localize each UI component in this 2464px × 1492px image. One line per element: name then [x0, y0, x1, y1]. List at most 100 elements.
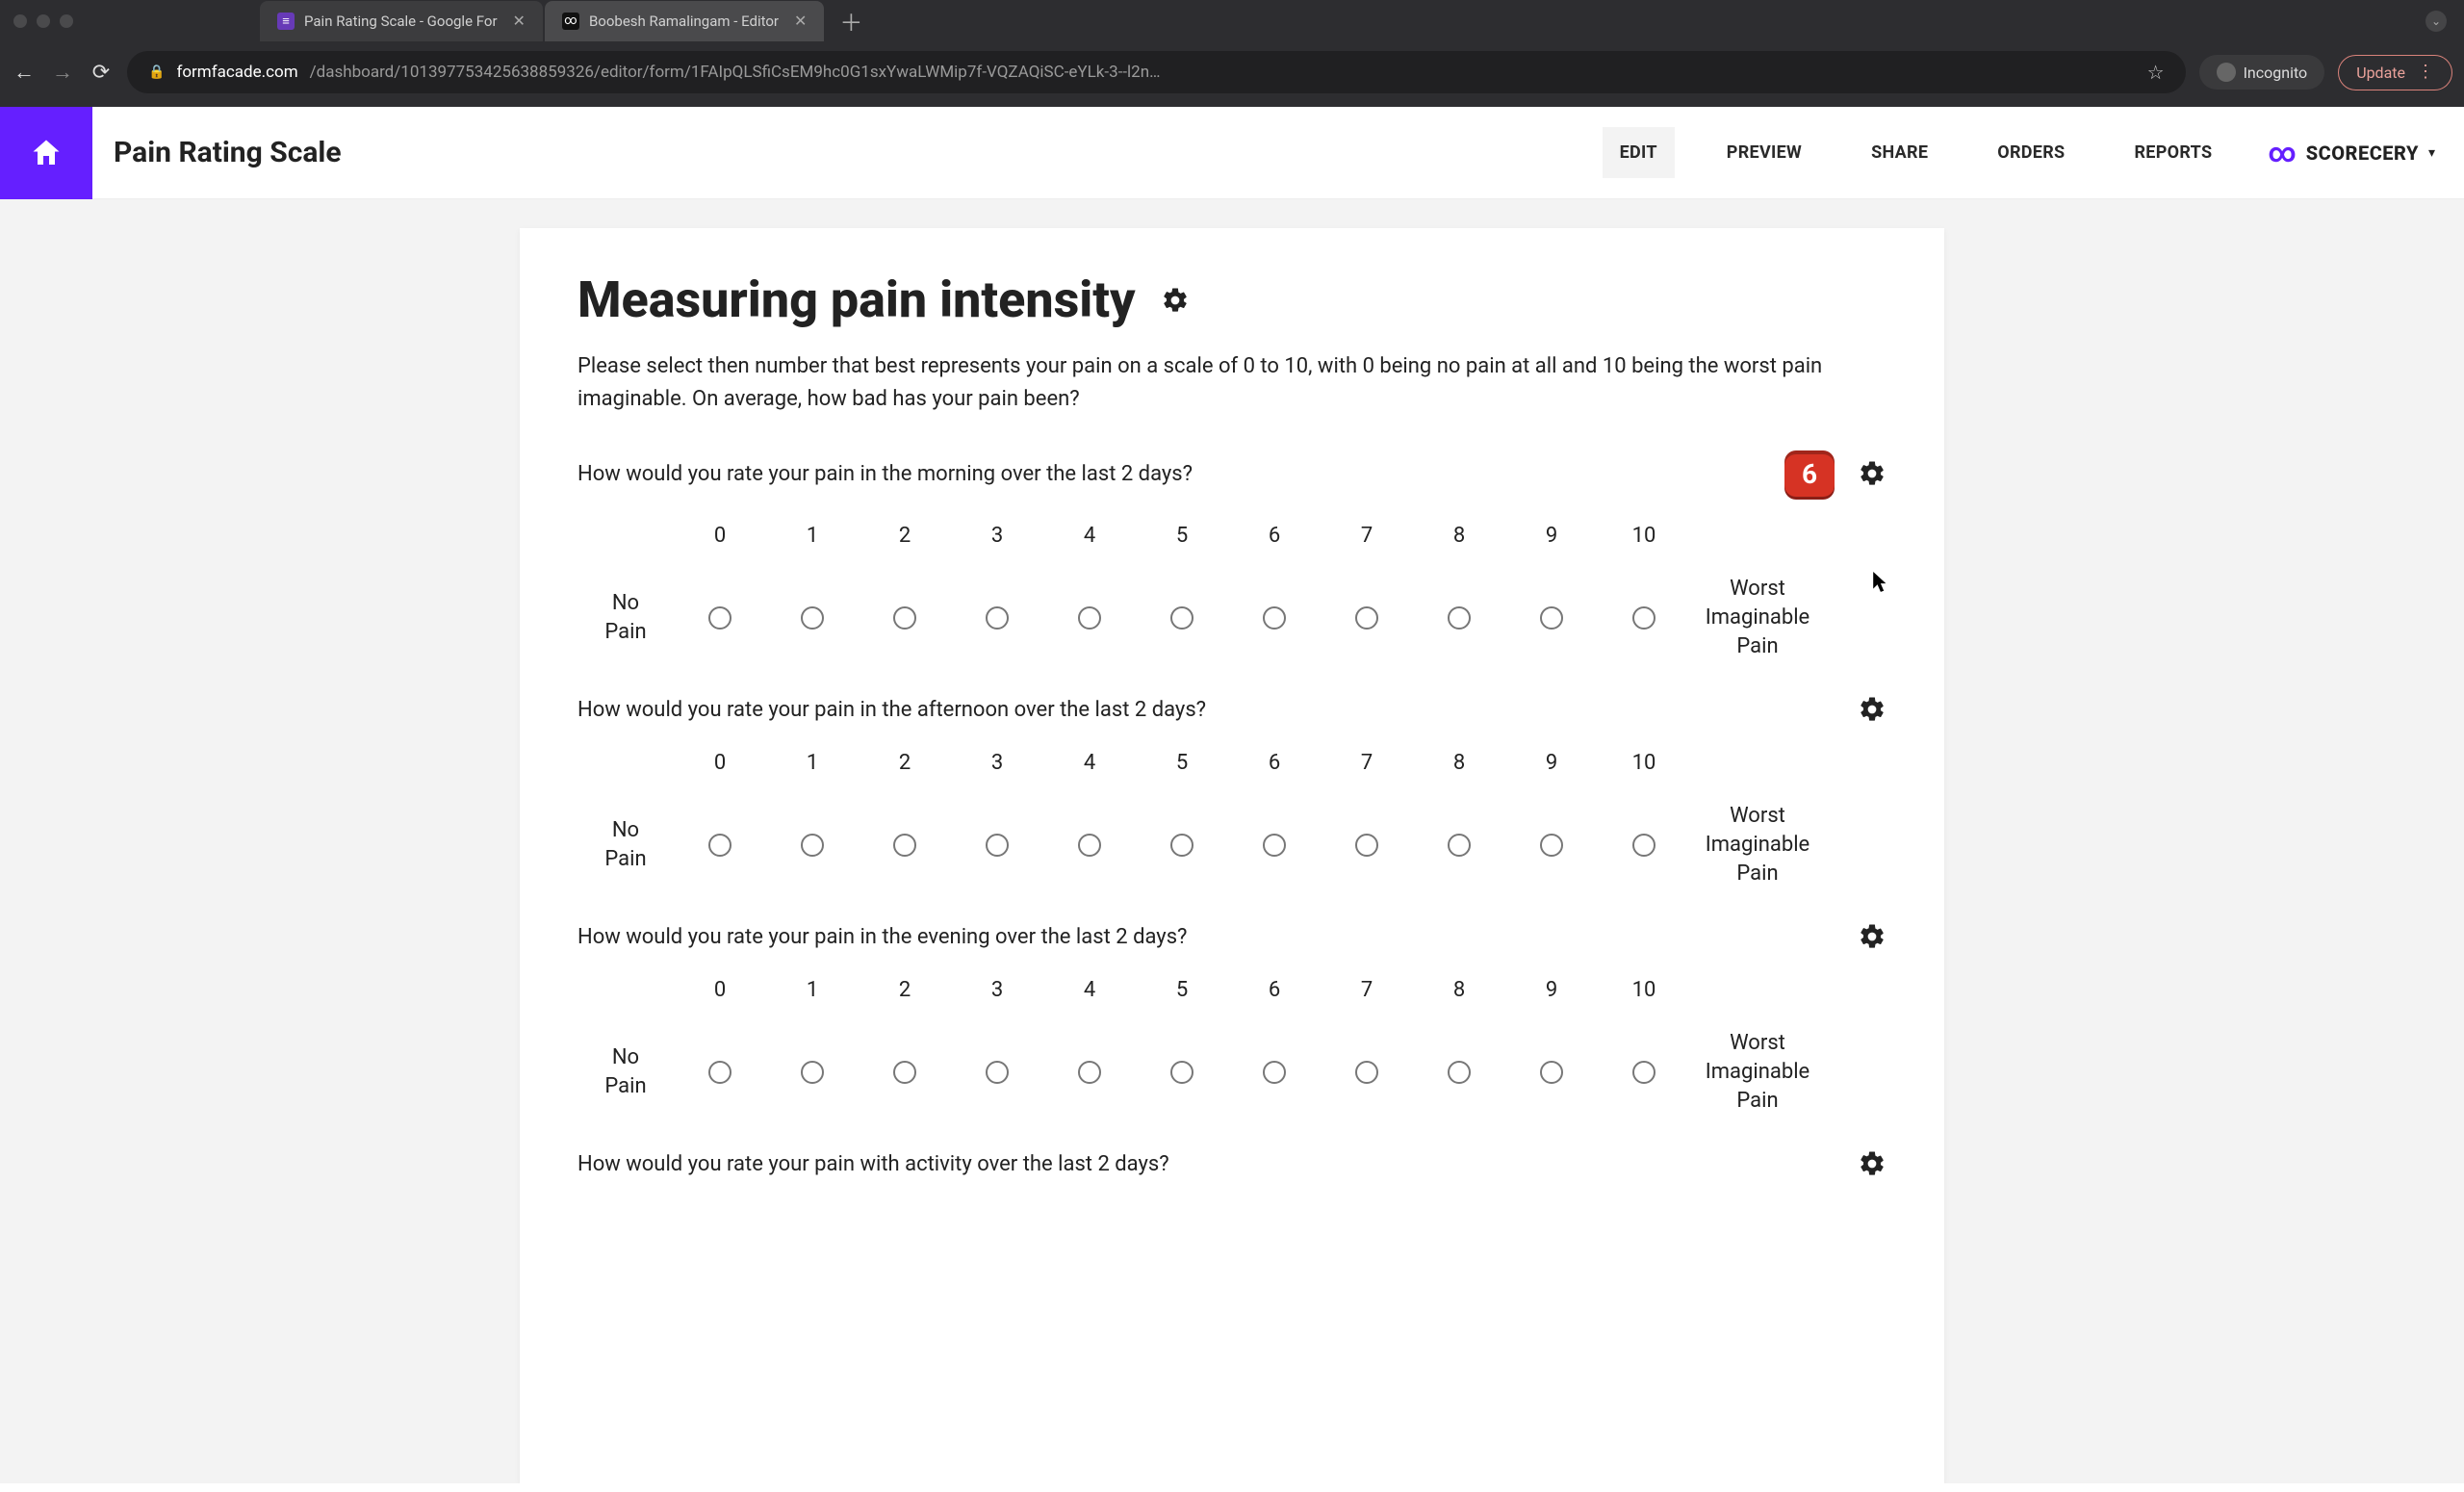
nav-preview[interactable]: PREVIEW	[1709, 127, 1819, 178]
rating-row: NoPainWorst Imaginable Pain	[578, 575, 1886, 660]
scale-number: 6	[1269, 751, 1280, 775]
scale-number: 2	[899, 751, 911, 775]
url-path: /dashboard/101397753425638859326/editor/…	[310, 63, 1161, 82]
tab-close-icon[interactable]: ✕	[794, 12, 807, 30]
browser-tab[interactable]: ≡ Pain Rating Scale - Google For ✕	[260, 1, 543, 41]
tab-favicon-icon: ≡	[277, 13, 295, 30]
scale-number: 7	[1361, 751, 1373, 775]
question: How would you rate your pain in the even…	[578, 922, 1886, 1115]
scale-right-label: Worst Imaginable Pain	[1690, 802, 1825, 887]
rating-radio[interactable]	[1540, 834, 1563, 857]
window-min-dot[interactable]	[37, 14, 50, 28]
rating-radio[interactable]	[708, 1061, 732, 1084]
rating-radio[interactable]	[801, 606, 824, 630]
chevron-down-icon[interactable]: ⌄	[2426, 11, 2447, 32]
tab-title: Pain Rating Scale - Google For	[304, 13, 498, 30]
rating-radio[interactable]	[893, 1061, 916, 1084]
rating-radio[interactable]	[1263, 606, 1286, 630]
rating-radio[interactable]	[708, 834, 732, 857]
rating-radio[interactable]	[1448, 1061, 1471, 1084]
rating-radio[interactable]	[801, 834, 824, 857]
rating-radio[interactable]	[1170, 1061, 1194, 1084]
section-settings-button[interactable]	[1161, 286, 1190, 315]
window-close-dot[interactable]	[13, 14, 27, 28]
incognito-icon	[2217, 63, 2236, 82]
section-title: Measuring pain intensity	[578, 270, 1136, 329]
question-settings-button[interactable]	[1858, 695, 1886, 724]
gear-icon	[1858, 459, 1886, 488]
nav-reports[interactable]: REPORTS	[2117, 127, 2229, 178]
question-settings-button[interactable]	[1858, 1149, 1886, 1178]
home-button[interactable]	[0, 107, 92, 199]
new-tab-button[interactable]: ＋	[826, 0, 876, 41]
scale-number: 5	[1176, 524, 1188, 548]
rating-row: NoPainWorst Imaginable Pain	[578, 802, 1886, 887]
rating-radio[interactable]	[1448, 834, 1471, 857]
rating-radio[interactable]	[1355, 834, 1378, 857]
rating-radio[interactable]	[1170, 834, 1194, 857]
rating-radio[interactable]	[1355, 606, 1378, 630]
rating-radio[interactable]	[1632, 1061, 1656, 1084]
incognito-badge[interactable]: Incognito	[2199, 55, 2325, 90]
browser-tab[interactable]: ∞ Boobesh Ramalingam - Editor ✕	[545, 1, 824, 41]
back-button[interactable]: ←	[12, 60, 37, 85]
rating-radio[interactable]	[986, 1061, 1009, 1084]
update-button[interactable]: Update ⋮	[2338, 55, 2452, 90]
form-card: Measuring pain intensity Please select t…	[520, 228, 1944, 1483]
lock-icon: 🔒	[148, 64, 165, 80]
scale-number: 0	[714, 751, 726, 775]
nav-share[interactable]: SHARE	[1854, 127, 1945, 178]
rating-radio[interactable]	[1355, 1061, 1378, 1084]
window-max-dot[interactable]	[60, 14, 73, 28]
question-settings-button[interactable]	[1858, 459, 1886, 488]
rating-radio[interactable]	[1078, 606, 1101, 630]
rating-radio[interactable]	[1448, 606, 1471, 630]
brand-mark-icon: ∞	[2268, 137, 2296, 168]
update-label: Update	[2356, 64, 2405, 82]
brand-menu[interactable]: ∞ SCORECERY ▾	[2268, 137, 2435, 168]
url-input[interactable]: 🔒 formfacade.com/dashboard/1013977534256…	[127, 51, 2186, 93]
rating-grid: 012345678910NoPainWorst Imaginable Pain	[578, 751, 1886, 887]
rating-radio[interactable]	[893, 834, 916, 857]
question-settings-button[interactable]	[1858, 922, 1886, 951]
scale-number: 2	[899, 524, 911, 548]
rating-radio[interactable]	[1078, 1061, 1101, 1084]
browser-tabs: ≡ Pain Rating Scale - Google For ✕ ∞ Boo…	[260, 0, 876, 41]
reload-button[interactable]: ⟳	[89, 61, 114, 85]
nav-orders[interactable]: ORDERS	[1980, 127, 2082, 178]
rating-radio[interactable]	[1170, 606, 1194, 630]
rating-radio[interactable]	[1078, 834, 1101, 857]
rating-radio[interactable]	[801, 1061, 824, 1084]
scale-number: 5	[1176, 978, 1188, 1002]
caret-down-icon: ▾	[2428, 145, 2435, 161]
kebab-icon: ⋮	[2417, 69, 2434, 75]
tab-close-icon[interactable]: ✕	[513, 12, 526, 30]
rating-radio[interactable]	[1263, 1061, 1286, 1084]
gear-icon	[1858, 922, 1886, 951]
rating-grid: 012345678910NoPainWorst Imaginable Pain	[578, 978, 1886, 1115]
scale-number: 10	[1632, 751, 1656, 775]
rating-radio[interactable]	[893, 606, 916, 630]
scale-number: 0	[714, 524, 726, 548]
scale-number: 3	[991, 524, 1003, 548]
scale-number: 5	[1176, 751, 1188, 775]
brand-label: SCORECERY	[2306, 141, 2419, 165]
scale-number: 3	[991, 978, 1003, 1002]
scale-number: 2	[899, 978, 911, 1002]
rating-radio[interactable]	[1540, 1061, 1563, 1084]
rating-radio[interactable]	[1263, 834, 1286, 857]
rating-radio[interactable]	[1540, 606, 1563, 630]
rating-radio[interactable]	[986, 606, 1009, 630]
rating-grid: 012345678910NoPainWorst Imaginable Pain	[578, 524, 1886, 660]
rating-radio[interactable]	[1632, 834, 1656, 857]
nav-edit[interactable]: EDIT	[1603, 127, 1675, 178]
rating-radio[interactable]	[986, 834, 1009, 857]
rating-radio[interactable]	[708, 606, 732, 630]
forward-button[interactable]: →	[50, 60, 75, 85]
star-icon[interactable]: ☆	[2147, 61, 2165, 84]
home-icon	[29, 136, 64, 170]
rating-radio[interactable]	[1632, 606, 1656, 630]
app-header: Pain Rating Scale EDIT PREVIEW SHARE ORD…	[0, 107, 2464, 199]
scale-number: 9	[1546, 751, 1557, 775]
scale-number: 0	[714, 978, 726, 1002]
